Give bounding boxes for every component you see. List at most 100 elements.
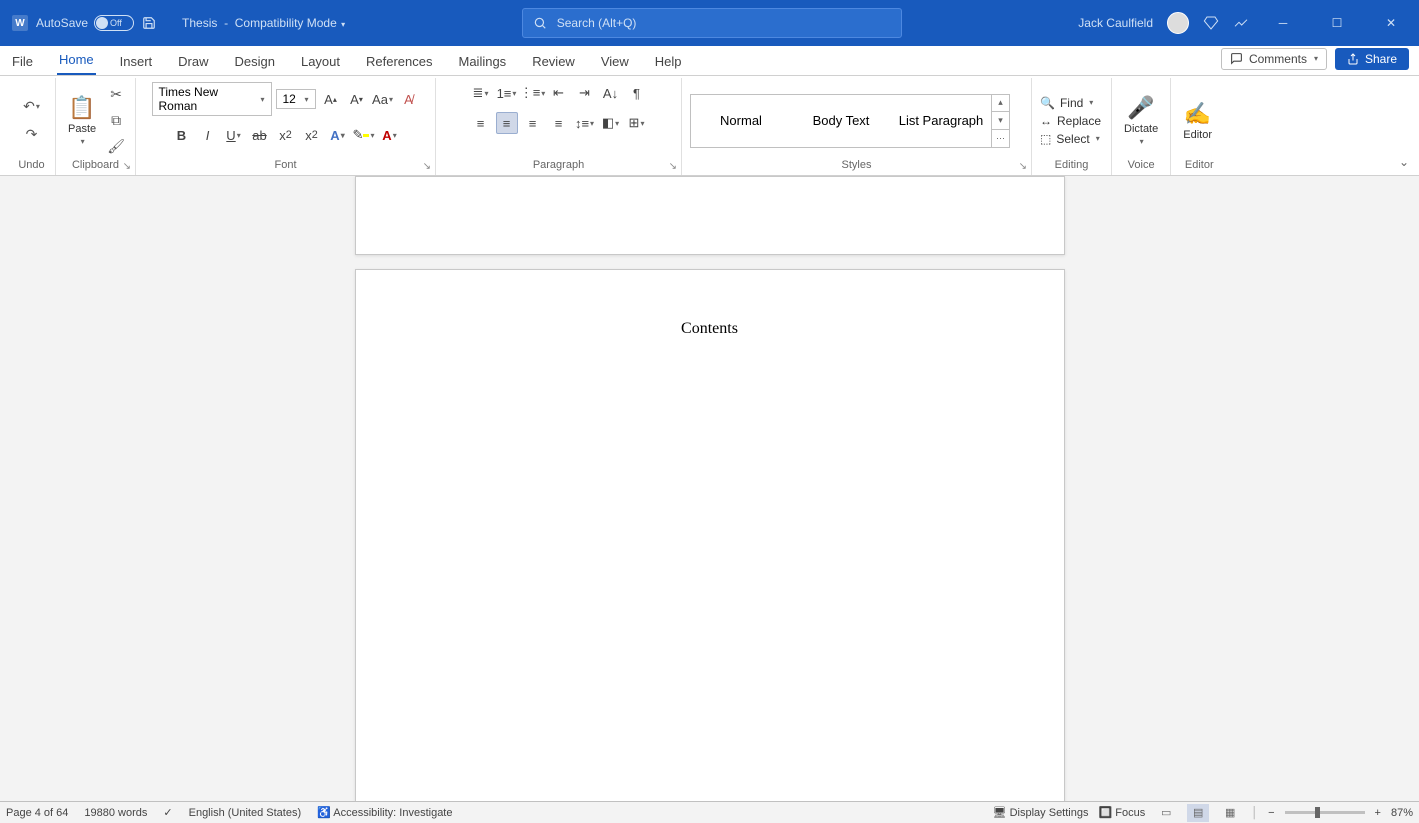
align-left-button[interactable]: ≡	[470, 112, 492, 134]
tab-file[interactable]: File	[10, 54, 35, 75]
select-button[interactable]: ⬚Select▾	[1040, 132, 1101, 146]
style-normal[interactable]: Normal	[691, 95, 791, 147]
styles-launcher[interactable]: ↘	[1019, 161, 1027, 172]
replace-button[interactable]: ↔Replace	[1040, 114, 1101, 128]
tab-view[interactable]: View	[599, 54, 631, 75]
focus-button[interactable]: 🔲 Focus	[1098, 806, 1145, 819]
styles-more[interactable]: ⋯	[992, 130, 1009, 147]
maximize-button[interactable]: ☐	[1317, 0, 1357, 46]
tab-layout[interactable]: Layout	[299, 54, 342, 75]
borders-button[interactable]: ⊞▾	[626, 112, 648, 134]
format-painter-button[interactable]: 🖌	[106, 137, 126, 157]
clipboard-launcher[interactable]: ↘	[123, 161, 131, 172]
underline-button[interactable]: U▾	[223, 124, 245, 146]
diamond-icon[interactable]	[1203, 15, 1219, 31]
group-label-paragraph: Paragraph	[444, 159, 673, 173]
page-current[interactable]: Contents	[355, 269, 1065, 809]
coming-soon-icon[interactable]	[1233, 15, 1249, 31]
tab-insert[interactable]: Insert	[118, 54, 155, 75]
bullets-button[interactable]: ≣▾	[470, 82, 492, 104]
page-previous[interactable]	[355, 176, 1065, 255]
zoom-in-button[interactable]: +	[1375, 807, 1381, 819]
status-page[interactable]: Page 4 of 64	[6, 807, 68, 819]
style-body-text[interactable]: Body Text	[791, 95, 891, 147]
highlight-button[interactable]: ✎▾	[353, 124, 375, 146]
close-button[interactable]: ✕	[1371, 0, 1411, 46]
font-launcher[interactable]: ↘	[423, 161, 431, 172]
zoom-level[interactable]: 87%	[1391, 807, 1413, 819]
status-language[interactable]: English (United States)	[189, 807, 302, 819]
clear-formatting-button[interactable]: A̸	[398, 88, 420, 110]
dictate-button[interactable]: 🎤 Dictate ▾	[1120, 93, 1162, 148]
numbering-button[interactable]: 1≡▾	[496, 82, 518, 104]
group-label-editor: Editor	[1179, 159, 1219, 173]
tab-review[interactable]: Review	[530, 54, 577, 75]
change-case-button[interactable]: Aa▾	[372, 88, 394, 110]
print-layout-button[interactable]: ▤	[1187, 804, 1209, 822]
paragraph-launcher[interactable]: ↘	[669, 161, 677, 172]
collapse-ribbon-button[interactable]: ⌄	[1399, 155, 1409, 169]
zoom-out-button[interactable]: −	[1268, 807, 1274, 819]
styles-scroll-down[interactable]: ▾	[992, 112, 1009, 130]
find-button[interactable]: 🔍Find▾	[1040, 96, 1101, 110]
multilevel-list-button[interactable]: ⋮≡▾	[522, 82, 544, 104]
status-accessibility[interactable]: ♿ Accessibility: Investigate	[317, 806, 452, 819]
strikethrough-button[interactable]: ab	[249, 124, 271, 146]
cut-button[interactable]: ✂	[106, 85, 126, 105]
save-icon[interactable]	[142, 16, 156, 30]
spellcheck-icon[interactable]: ✓	[163, 806, 172, 819]
search-input[interactable]: Search (Alt+Q)	[522, 8, 902, 38]
line-spacing-button[interactable]: ↕≡▾	[574, 112, 596, 134]
undo-button[interactable]: ↶▾	[22, 97, 42, 117]
superscript-button[interactable]: x2	[301, 124, 323, 146]
text-effects-button[interactable]: A▾	[327, 124, 349, 146]
tab-home[interactable]: Home	[57, 52, 96, 75]
avatar[interactable]	[1167, 12, 1189, 34]
align-center-button[interactable]: ≡	[496, 112, 518, 134]
grow-font-button[interactable]: A▴	[320, 88, 342, 110]
status-word-count[interactable]: 19880 words	[84, 807, 147, 819]
minimize-button[interactable]: ─	[1263, 0, 1303, 46]
editor-button[interactable]: ✍ Editor	[1179, 99, 1216, 143]
style-list-paragraph[interactable]: List Paragraph	[891, 95, 991, 147]
decrease-indent-button[interactable]: ⇤	[548, 82, 570, 104]
search-icon	[533, 16, 547, 30]
increase-indent-button[interactable]: ⇥	[574, 82, 596, 104]
sort-button[interactable]: A↓	[600, 82, 622, 104]
tab-draw[interactable]: Draw	[176, 54, 210, 75]
group-label-voice: Voice	[1120, 159, 1162, 173]
styles-scroll-up[interactable]: ▴	[992, 95, 1009, 113]
share-button[interactable]: Share	[1335, 48, 1409, 70]
display-settings-button[interactable]: 🖥 Display Settings	[993, 806, 1089, 819]
bold-button[interactable]: B	[171, 124, 193, 146]
shrink-font-button[interactable]: A▾	[346, 88, 368, 110]
paste-button[interactable]: 📋 Paste ▾	[64, 93, 100, 148]
tab-help[interactable]: Help	[653, 54, 684, 75]
document-area[interactable]: Contents	[0, 176, 1419, 823]
align-right-button[interactable]: ≡	[522, 112, 544, 134]
document-heading[interactable]: Contents	[436, 320, 984, 338]
redo-button[interactable]: ↷	[22, 125, 42, 145]
document-title[interactable]: Thesis - Compatibility Mode ▾	[182, 16, 345, 30]
styles-gallery[interactable]: Normal Body Text List Paragraph ▴ ▾ ⋯	[690, 94, 1010, 148]
show-marks-button[interactable]: ¶	[626, 82, 648, 104]
comments-button[interactable]: Comments ▾	[1221, 48, 1327, 70]
zoom-slider[interactable]	[1285, 811, 1365, 814]
font-color-button[interactable]: A▾	[379, 124, 401, 146]
tab-mailings[interactable]: Mailings	[457, 54, 509, 75]
web-layout-button[interactable]: ▦	[1219, 804, 1241, 822]
tab-references[interactable]: References	[364, 54, 434, 75]
copy-button[interactable]: ⧉	[106, 111, 126, 131]
user-name[interactable]: Jack Caulfield	[1078, 16, 1153, 30]
group-label-styles: Styles	[690, 159, 1023, 173]
shading-button[interactable]: ◧▾	[600, 112, 622, 134]
tab-design[interactable]: Design	[233, 54, 277, 75]
font-name-input[interactable]: Times New Roman▾	[152, 82, 272, 116]
read-mode-button[interactable]: ▭	[1155, 804, 1177, 822]
autosave-toggle[interactable]: AutoSave Off	[36, 15, 134, 31]
justify-button[interactable]: ≡	[548, 112, 570, 134]
italic-button[interactable]: I	[197, 124, 219, 146]
subscript-button[interactable]: x2	[275, 124, 297, 146]
comment-icon	[1230, 52, 1243, 65]
font-size-input[interactable]: 12▾	[276, 89, 316, 109]
